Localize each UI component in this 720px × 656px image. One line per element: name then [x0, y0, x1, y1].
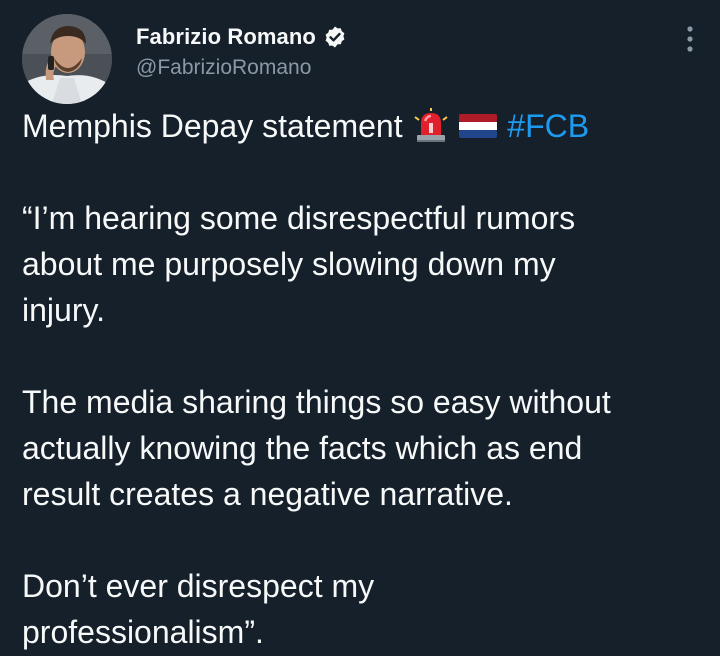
- author-names: Fabrizio Romano @FabrizioRomano: [136, 22, 347, 80]
- rotating-light-icon: [413, 107, 448, 142]
- headline-text: Memphis Depay statement: [22, 108, 412, 144]
- tweet-header: Fabrizio Romano @FabrizioRomano: [22, 14, 702, 104]
- avatar-photo-icon: [22, 14, 112, 104]
- quote-line: The media sharing things so easy without: [22, 384, 611, 420]
- display-name-row: Fabrizio Romano: [136, 22, 347, 52]
- avatar[interactable]: [22, 14, 112, 104]
- author-handle[interactable]: @FabrizioRomano: [136, 56, 347, 80]
- more-options-icon[interactable]: [682, 24, 698, 54]
- quote-line: “I’m hearing some disrespectful rumors: [22, 200, 576, 236]
- tweet-headline: Memphis Depay statement #FCB: [22, 103, 702, 149]
- quote-line: about me purposely slowing down my: [22, 246, 556, 282]
- quote-line: professionalism”.: [22, 614, 264, 650]
- quote-line: actually knowing the facts which as end: [22, 430, 583, 466]
- hashtag-link[interactable]: #FCB: [507, 108, 589, 144]
- quote-line: result creates a negative narrative.: [22, 476, 513, 512]
- tweet-text: Memphis Depay statement #FCB “I’m hearin…: [22, 103, 702, 655]
- display-name[interactable]: Fabrizio Romano: [136, 24, 316, 50]
- netherlands-flag-icon: [459, 113, 498, 138]
- verified-badge-icon: [325, 26, 345, 48]
- quote-line: injury.: [22, 292, 105, 328]
- quote-line: Don’t ever disrespect my: [22, 568, 375, 604]
